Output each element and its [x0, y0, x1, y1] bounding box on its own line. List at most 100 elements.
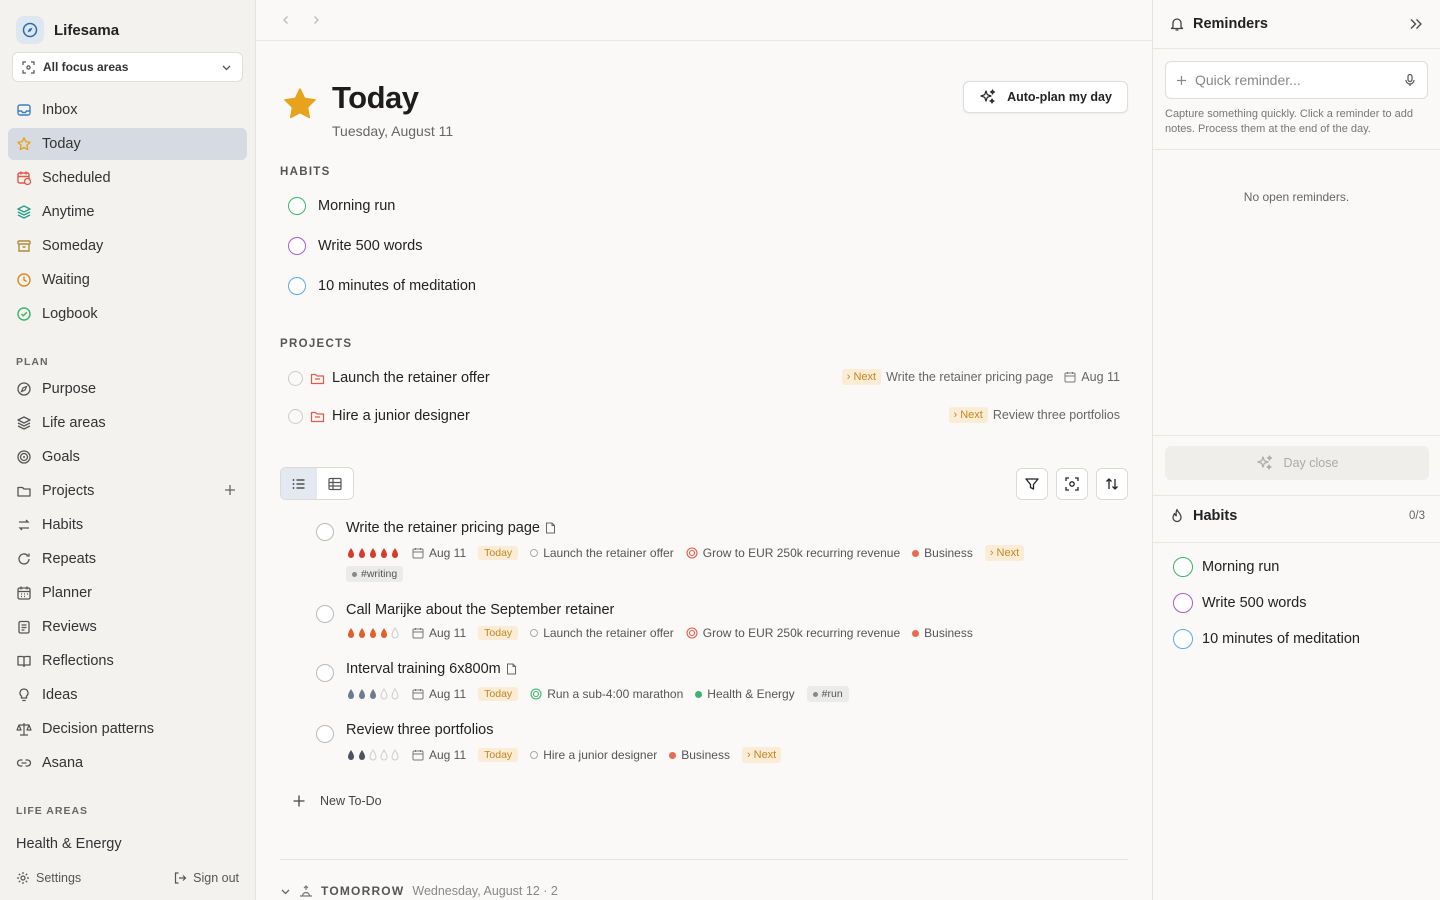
quick-reminder-input[interactable] — [1195, 72, 1395, 88]
sign-out-button[interactable]: Sign out — [173, 871, 239, 885]
todo-item[interactable]: Interval training 6x800m Aug 11 Today Ru… — [316, 661, 1136, 705]
habit-label: Morning run — [1202, 559, 1280, 575]
sidebar-item-anytime[interactable]: Anytime — [8, 196, 247, 228]
filter-button[interactable] — [1016, 468, 1048, 500]
todo-item[interactable]: Write the retainer pricing page Aug 11 T… — [316, 520, 1136, 586]
habit-label: Write 500 words — [318, 238, 423, 254]
folder-icon — [310, 409, 325, 424]
next-task-title: Write the retainer pricing page — [886, 370, 1054, 384]
sidebar-item-ideas[interactable]: Ideas — [8, 679, 247, 711]
clipboard-icon — [16, 619, 32, 635]
sidebar-item-reflections[interactable]: Reflections — [8, 645, 247, 677]
habits-section-label: HABITS — [280, 166, 331, 178]
habit-row[interactable]: Write 500 words — [288, 237, 423, 255]
todo-date: Aug 11 — [429, 748, 467, 762]
settings-button[interactable]: Settings — [16, 871, 81, 885]
brand[interactable]: Lifesama — [16, 16, 119, 44]
todo-area: Business — [924, 626, 973, 640]
habit-row[interactable]: Morning run — [1173, 557, 1279, 577]
habit-checkbox[interactable] — [288, 277, 306, 295]
sunrise-icon — [299, 884, 313, 898]
quick-reminder-field[interactable] — [1165, 61, 1428, 99]
habit-checkbox[interactable] — [1173, 593, 1193, 613]
sidebar-item-label: Reviews — [42, 619, 97, 635]
auto-plan-button[interactable]: Auto-plan my day — [963, 81, 1128, 113]
sidebar-item-habits[interactable]: Habits — [8, 509, 247, 541]
habit-row[interactable]: Write 500 words — [1173, 593, 1307, 613]
sidebar-item-decision-patterns[interactable]: Decision patterns — [8, 713, 247, 745]
todo-meta: Aug 11 Today Launch the retainer offer G… — [346, 626, 979, 640]
forward-arrow-icon[interactable] — [310, 14, 322, 26]
lightbulb-icon — [16, 687, 32, 703]
habit-checkbox[interactable] — [1173, 629, 1193, 649]
tag-chip[interactable]: #run — [806, 686, 849, 702]
sidebar-item-reviews[interactable]: Reviews — [8, 611, 247, 643]
sidebar-item-purpose[interactable]: Purpose — [8, 373, 247, 405]
sidebar-item-label: Reflections — [42, 653, 114, 669]
sidebar-item-repeats[interactable]: Repeats — [8, 543, 247, 575]
sidebar-item-life-areas[interactable]: Life areas — [8, 407, 247, 439]
todo-item[interactable]: Call Marijke about the September retaine… — [316, 602, 1136, 646]
todo-area: Business — [924, 546, 973, 560]
project-title: Hire a junior designer — [332, 408, 470, 424]
day-close-label: Day close — [1283, 456, 1339, 470]
sidebar-item-scheduled[interactable]: Scheduled — [8, 162, 247, 194]
sort-button[interactable] — [1096, 468, 1128, 500]
focus-scan-button[interactable] — [1056, 468, 1088, 500]
project-checkbox[interactable] — [288, 408, 303, 424]
collapse-panel-icon[interactable] — [1408, 16, 1424, 32]
life-area-health-energy[interactable]: Health & Energy — [16, 836, 122, 852]
sidebar-item-logbook[interactable]: Logbook — [8, 298, 247, 330]
habit-checkbox[interactable] — [288, 197, 306, 215]
add-project-icon[interactable] — [223, 483, 237, 497]
project-row[interactable]: Hire a junior designer › Next Review thre… — [288, 404, 1120, 428]
compass-icon — [16, 381, 32, 397]
back-arrow-icon[interactable] — [280, 14, 292, 26]
sidebar-item-inbox[interactable]: Inbox — [8, 94, 247, 126]
sidebar-item-asana[interactable]: Asana — [8, 747, 247, 779]
page-date: Tuesday, August 11 — [332, 123, 454, 139]
divider — [1153, 149, 1440, 150]
tomorrow-section-header[interactable]: TOMORROW Wednesday, August 12 · 2 — [280, 884, 558, 898]
next-chip: › Next — [984, 545, 1025, 561]
habit-row[interactable]: 10 minutes of meditation — [288, 277, 476, 295]
star-icon — [282, 86, 318, 122]
todo-checkbox[interactable] — [316, 605, 334, 623]
new-todo-button[interactable]: New To-Do — [292, 794, 382, 808]
sidebar-item-projects[interactable]: Projects — [8, 475, 247, 507]
todo-checkbox[interactable] — [316, 725, 334, 743]
divider — [280, 859, 1128, 860]
table-view-button[interactable] — [317, 468, 353, 499]
sidebar-item-label: Planner — [42, 585, 92, 601]
project-checkbox[interactable] — [288, 370, 303, 386]
reminders-header: Reminders — [1153, 0, 1440, 49]
calendar-icon — [412, 688, 424, 700]
layers-icon — [16, 415, 32, 431]
project-row[interactable]: Launch the retainer offer › Next Write th… — [288, 366, 1120, 390]
microphone-icon[interactable] — [1403, 73, 1417, 87]
habits-count: 0/3 — [1409, 510, 1425, 522]
habit-checkbox[interactable] — [1173, 557, 1193, 577]
filter-icon — [1024, 476, 1040, 492]
sidebar-item-someday[interactable]: Someday — [8, 230, 247, 262]
area-dot — [669, 751, 677, 759]
tag-chip[interactable]: #writing — [346, 566, 404, 582]
habit-row[interactable]: 10 minutes of meditation — [1173, 629, 1360, 649]
divider — [1153, 542, 1440, 543]
habit-row[interactable]: Morning run — [288, 197, 395, 215]
habit-checkbox[interactable] — [288, 237, 306, 255]
view-toggle — [280, 467, 354, 500]
projects-section-label: PROJECTS — [280, 338, 353, 350]
list-view-button[interactable] — [281, 468, 317, 499]
next-chip: › Next — [841, 369, 882, 385]
todo-checkbox[interactable] — [316, 523, 334, 541]
todo-item[interactable]: Review three portfolios Aug 11 Today Hir… — [316, 722, 1136, 766]
sidebar-item-goals[interactable]: Goals — [8, 441, 247, 473]
reminders-panel: Reminders Capture something quickly. Cli… — [1152, 0, 1440, 900]
todo-checkbox[interactable] — [316, 664, 334, 682]
sidebar-item-today[interactable]: Today — [8, 128, 247, 160]
focus-area-select[interactable]: All focus areas — [12, 52, 243, 82]
sidebar-item-planner[interactable]: Planner — [8, 577, 247, 609]
day-close-button[interactable]: Day close — [1165, 446, 1429, 480]
sidebar-item-waiting[interactable]: Waiting — [8, 264, 247, 296]
